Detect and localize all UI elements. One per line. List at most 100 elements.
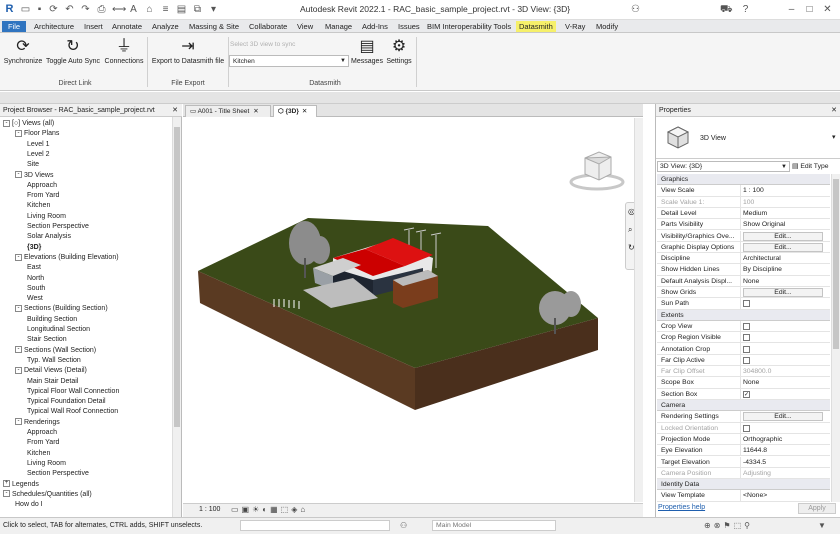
qat-dropdown-icon[interactable]: ▾ [208,4,219,15]
collapse-icon[interactable]: - [3,490,10,498]
browser-item[interactable]: -3D Views [15,171,53,181]
viewcube[interactable] [568,148,626,193]
property-row[interactable]: View Template <None> [657,490,830,502]
property-row[interactable]: Projection Mode Orthographic [657,433,830,446]
property-row[interactable]: Locked Orientation [657,422,830,436]
property-value[interactable]: 11644.8 [740,445,828,457]
close-icon[interactable]: ✕ [822,4,833,15]
edit-type-button[interactable]: ▤ Edit Type [792,161,829,172]
property-row[interactable]: Far Clip Active [657,354,830,368]
browser-item[interactable]: Level 2 [27,150,50,160]
browser-item[interactable]: Typical Floor Wall Connection [27,387,119,397]
browser-item[interactable]: Approach [27,181,57,191]
collapse-icon[interactable]: - [15,366,22,374]
tab-title-sheet[interactable]: ▭ A001 - Title Sheet ✕ [185,105,271,117]
property-row[interactable]: Show Hidden Lines By Discipline [657,264,830,276]
collapse-icon[interactable]: - [15,305,22,313]
measure-icon[interactable]: ⟷ [112,4,126,15]
property-value[interactable]: 100 [740,196,828,208]
scrollbar-thumb[interactable] [174,127,180,427]
property-category[interactable]: Camera [657,400,830,412]
property-value[interactable]: Architectural [740,253,828,265]
collapse-icon[interactable]: - [15,253,22,261]
print-icon[interactable]: ⎙ [96,4,107,15]
property-row[interactable]: Eye Elevation 11644.8 [657,445,830,457]
tab-annotate[interactable]: Annotate [112,21,142,32]
close-icon[interactable]: ✕ [172,104,178,117]
property-row[interactable]: Rendering Settings Edit... [657,411,830,423]
tab-view[interactable]: View [297,21,313,32]
tab-manage[interactable]: Manage [325,21,352,32]
browser-item[interactable]: Typ. Wall Section [27,356,81,366]
browser-item[interactable]: Kitchen [27,201,50,211]
property-category[interactable]: Identity Data [657,479,830,491]
property-row[interactable]: Camera Position Adjusting [657,467,830,480]
text-icon[interactable]: A [128,4,139,15]
browser-item[interactable]: Solar Analysis [27,232,71,242]
property-value[interactable]: 1 : 100 [740,185,828,197]
property-value[interactable]: 304800.0 [740,366,828,378]
maximize-icon[interactable]: □ [804,4,815,15]
view-scale[interactable]: 1 : 100 [199,506,220,513]
browser-item[interactable]: Living Room [27,212,66,222]
settings-button[interactable]: ⚙ Settings [384,36,414,65]
synchronize-button[interactable]: ⟳ Synchronize [3,36,43,65]
project-browser-scrollbar[interactable] [172,117,181,517]
expand-icon[interactable]: + [3,480,10,488]
browser-item[interactable]: Level 1 [27,140,50,150]
property-row[interactable]: Scope Box None [657,377,830,389]
property-value[interactable]: Show Original [740,219,828,231]
collapse-icon[interactable]: - [15,418,22,426]
browser-item[interactable]: Section Perspective [27,469,89,479]
checkbox[interactable] [743,424,750,432]
open-icon[interactable]: ▭ [20,4,31,15]
browser-item[interactable]: Section Perspective [27,222,89,232]
zoom-icon[interactable]: ⌕ [628,225,632,235]
browser-item[interactable]: From Yard [27,438,59,448]
collapse-icon[interactable]: - [3,119,10,127]
property-row[interactable]: Parts Visibility Show Original [657,219,830,231]
browser-item[interactable]: Living Room [27,459,66,469]
tab-issues[interactable]: Issues [398,21,420,32]
checkbox[interactable] [743,345,750,353]
browser-item[interactable]: East [27,263,41,273]
browser-item[interactable]: - Schedules/Quantities (all) [3,490,92,500]
collapse-icon[interactable]: - [15,346,22,354]
tab-architecture[interactable]: Architecture [34,21,74,32]
properties-help-link[interactable]: Properties help [658,504,705,511]
selection-filter-icons[interactable]: ⊕⊗⚑⬚⚲ [704,521,753,530]
minimize-icon[interactable]: – [786,4,797,15]
viewport-scrollbar[interactable] [634,118,643,502]
property-value[interactable]: Orthographic [740,433,828,445]
tab-insert[interactable]: Insert [84,21,103,32]
checkbox[interactable] [743,334,750,342]
tab-file[interactable]: File [2,21,26,32]
worksharing-icon[interactable]: ⚇ [400,521,407,530]
design-option-select[interactable]: Main Model [432,520,556,531]
tab-analyze[interactable]: Analyze [152,21,179,32]
close-icon[interactable]: ✕ [253,108,258,115]
browser-item[interactable]: Stair Section [27,335,67,345]
collapse-icon[interactable]: - [15,129,22,137]
property-category[interactable]: Extents [657,309,830,321]
browser-item[interactable]: - [○] Views (all) [3,119,54,129]
user-icon[interactable]: ⚇ [630,4,641,15]
tab-add-ins[interactable]: Add-Ins [362,21,388,32]
toggle-auto-sync-button[interactable]: ↻ Toggle Auto Sync [45,36,101,65]
workset-select[interactable] [240,520,390,531]
connections-button[interactable]: ⏚ Connections [103,36,145,65]
edit-button[interactable]: Edit... [743,242,823,252]
3d-viewport[interactable]: ◎ ⌕ ↻ [183,118,643,502]
property-row[interactable]: Graphic Display Options Edit... [657,241,830,254]
thin-lines-icon[interactable]: ≡ [160,4,171,15]
property-category[interactable]: Graphics [657,174,830,186]
browser-item[interactable]: + Legends [3,480,39,490]
browser-item[interactable]: From Yard [27,191,59,201]
property-row[interactable]: Annotation Crop [657,343,830,357]
help-icon[interactable]: ? [740,4,751,15]
browser-item[interactable]: - Sections (Building Section) [15,304,108,314]
view-control-icons[interactable]: ▭▣☀◐▦⬚◈⌂ [231,505,308,514]
switch-windows-icon[interactable]: ⧉ [192,4,203,15]
property-row[interactable]: Sun Path [657,298,830,312]
browser-item[interactable]: - Sections (Wall Section) [15,346,96,356]
